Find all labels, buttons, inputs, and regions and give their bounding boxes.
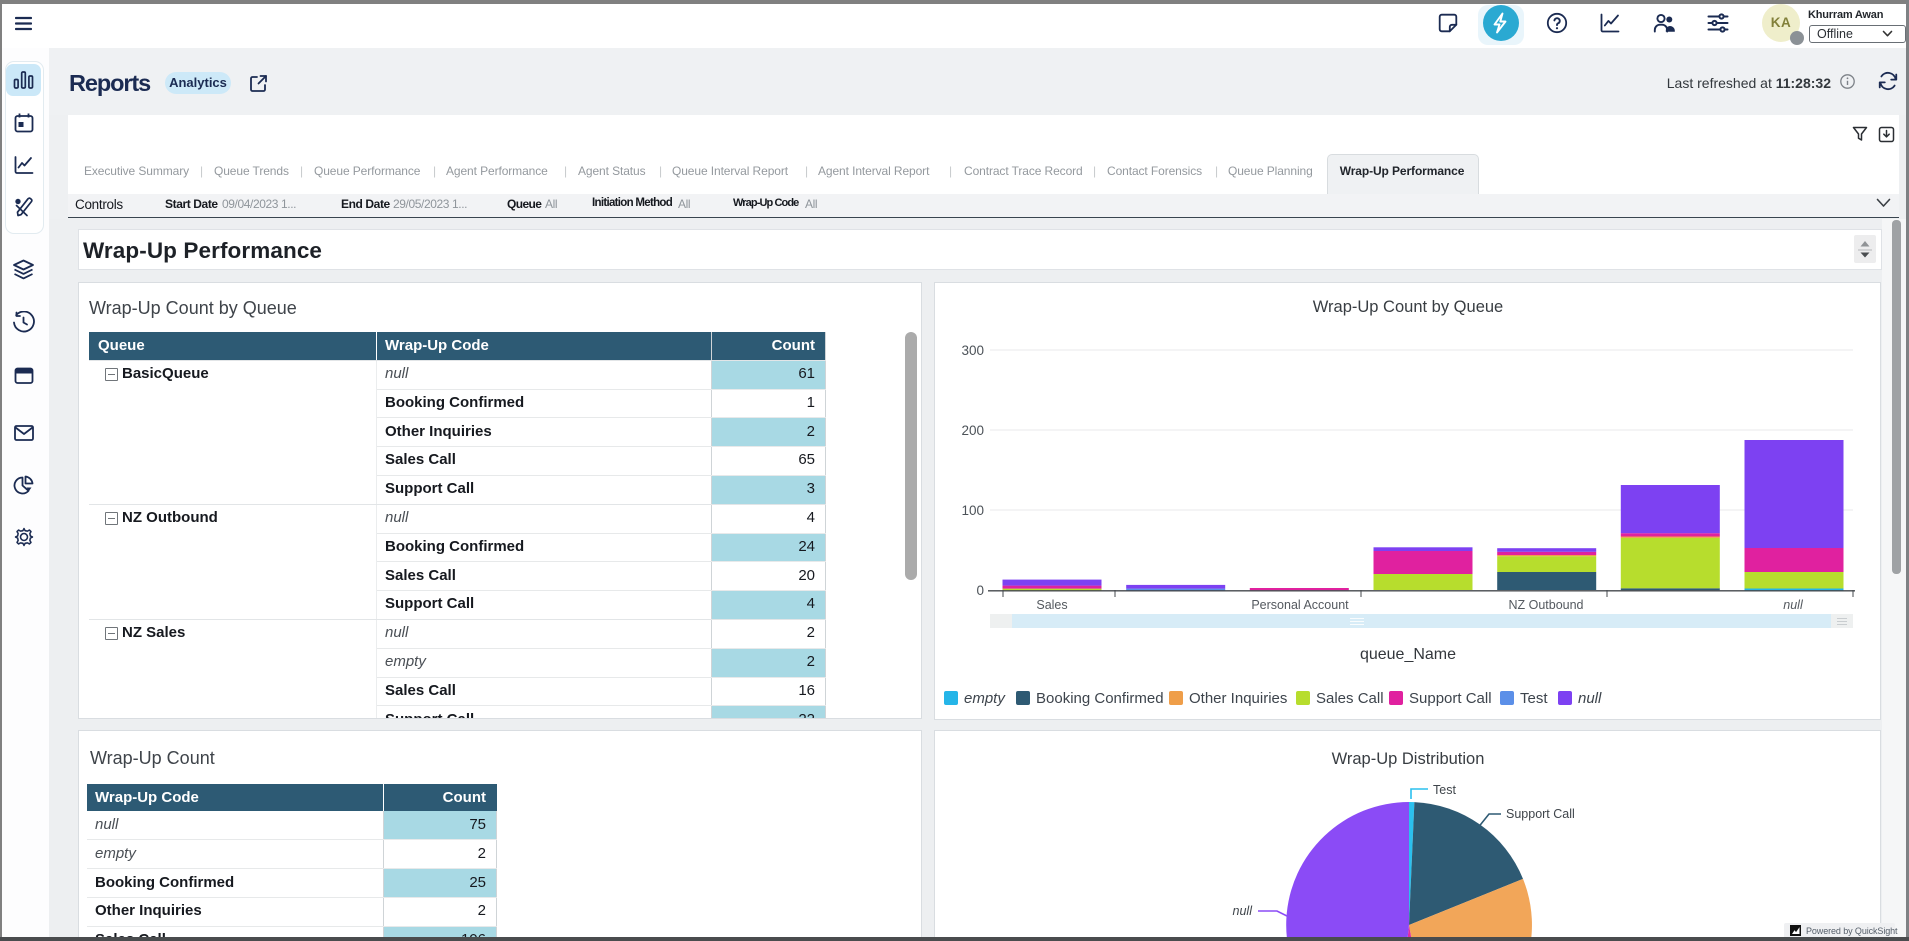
svg-text:null: null (1578, 690, 1602, 707)
svg-text:Wrap-Up Distribution: Wrap-Up Distribution (1332, 750, 1485, 768)
svg-text:Booking Confirmed: Booking Confirmed (1036, 690, 1164, 707)
svg-text:Personal Account: Personal Account (1251, 598, 1349, 612)
svg-text:NZ Outbound: NZ Outbound (1508, 598, 1583, 612)
svg-text:Test: Test (1433, 783, 1456, 797)
svg-text:Test: Test (1520, 690, 1548, 707)
svg-text:null: null (1233, 904, 1254, 918)
svg-text:0: 0 (976, 583, 984, 598)
svg-text:Wrap-Up Count by Queue: Wrap-Up Count by Queue (1313, 298, 1503, 316)
svg-text:Other Inquiries: Other Inquiries (1189, 690, 1287, 707)
svg-text:300: 300 (961, 343, 984, 358)
svg-text:queue_Name: queue_Name (1360, 646, 1456, 663)
svg-text:200: 200 (961, 423, 984, 438)
svg-text:null: null (1783, 598, 1804, 612)
svg-text:100: 100 (961, 503, 984, 518)
svg-text:Sales: Sales (1036, 598, 1067, 612)
svg-text:Support Call: Support Call (1409, 690, 1492, 707)
svg-text:Support Call: Support Call (1506, 807, 1575, 821)
svg-text:empty: empty (964, 690, 1006, 707)
svg-text:Sales Call: Sales Call (1316, 690, 1384, 707)
